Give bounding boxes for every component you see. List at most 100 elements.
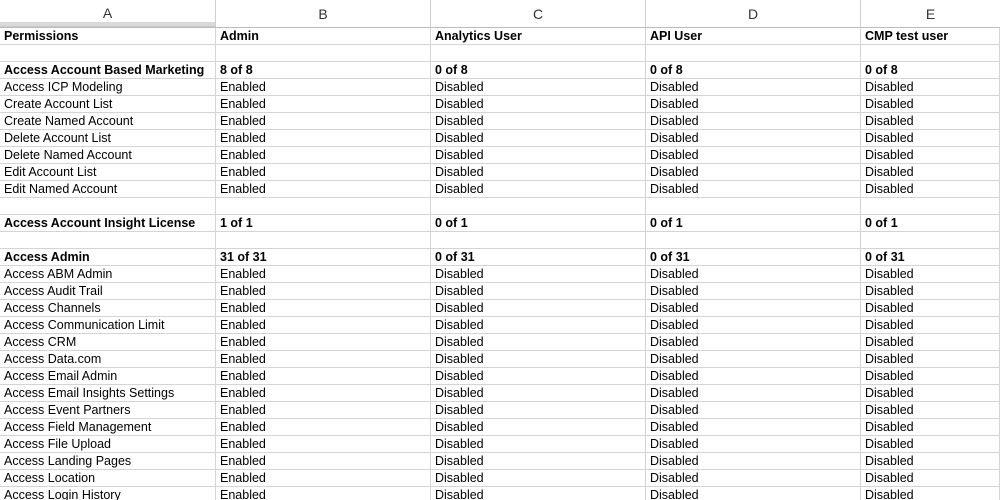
cell-permission[interactable]: Access Data.com — [0, 351, 216, 368]
cell-permission[interactable]: Access Field Management — [0, 419, 216, 436]
cell-cmp-test-user[interactable]: Disabled — [861, 113, 1000, 130]
cell-api-user[interactable]: Disabled — [646, 147, 861, 164]
cell-admin[interactable]: Enabled — [216, 436, 431, 453]
cell-admin[interactable]: Enabled — [216, 317, 431, 334]
cell-admin[interactable] — [216, 232, 431, 249]
cell-admin[interactable]: Enabled — [216, 164, 431, 181]
cell-api-user[interactable]: Disabled — [646, 113, 861, 130]
cell-api-user[interactable]: Disabled — [646, 436, 861, 453]
cell-api-user[interactable]: Disabled — [646, 419, 861, 436]
cell-api-user[interactable]: Disabled — [646, 470, 861, 487]
cell-admin[interactable]: Enabled — [216, 130, 431, 147]
cell-cmp-test-user[interactable] — [861, 232, 1000, 249]
cell-analytics-user[interactable]: 0 of 1 — [431, 215, 646, 232]
cell-admin[interactable]: Enabled — [216, 79, 431, 96]
cell-analytics-user[interactable]: Disabled — [431, 402, 646, 419]
cell-admin[interactable]: Enabled — [216, 470, 431, 487]
cell-cmp-test-user[interactable]: 0 of 31 — [861, 249, 1000, 266]
cell-analytics-user[interactable] — [431, 198, 646, 215]
cell-permission[interactable]: Access File Upload — [0, 436, 216, 453]
cell-analytics-user[interactable]: Disabled — [431, 385, 646, 402]
cell-permission[interactable] — [0, 232, 216, 249]
cell-permission[interactable]: Access Channels — [0, 300, 216, 317]
cell-analytics-user[interactable]: Disabled — [431, 147, 646, 164]
cell-cmp-test-user[interactable]: Disabled — [861, 402, 1000, 419]
cell-cmp-test-user[interactable]: Disabled — [861, 351, 1000, 368]
cell-admin[interactable]: Enabled — [216, 453, 431, 470]
cell-admin[interactable]: Admin — [216, 28, 431, 45]
cell-permission[interactable]: Access Login History — [0, 487, 216, 500]
cell-analytics-user[interactable] — [431, 232, 646, 249]
cell-cmp-test-user[interactable]: Disabled — [861, 181, 1000, 198]
cell-permission[interactable]: Access Location — [0, 470, 216, 487]
cell-analytics-user[interactable]: Disabled — [431, 96, 646, 113]
cell-api-user[interactable]: 0 of 1 — [646, 215, 861, 232]
cell-cmp-test-user[interactable] — [861, 45, 1000, 62]
column-header-d[interactable]: D — [646, 0, 861, 27]
cell-analytics-user[interactable]: Disabled — [431, 283, 646, 300]
cell-cmp-test-user[interactable]: Disabled — [861, 147, 1000, 164]
cell-analytics-user[interactable]: Disabled — [431, 487, 646, 500]
cell-api-user[interactable]: Disabled — [646, 96, 861, 113]
cell-cmp-test-user[interactable]: Disabled — [861, 419, 1000, 436]
cell-api-user[interactable]: Disabled — [646, 385, 861, 402]
cell-analytics-user[interactable]: Disabled — [431, 300, 646, 317]
cell-permission[interactable]: Access Communication Limit — [0, 317, 216, 334]
cell-cmp-test-user[interactable] — [861, 198, 1000, 215]
cell-cmp-test-user[interactable]: Disabled — [861, 470, 1000, 487]
cell-analytics-user[interactable]: Disabled — [431, 181, 646, 198]
column-header-b[interactable]: B — [216, 0, 431, 27]
cell-api-user[interactable]: 0 of 31 — [646, 249, 861, 266]
cell-analytics-user[interactable]: Disabled — [431, 470, 646, 487]
cell-cmp-test-user[interactable]: Disabled — [861, 266, 1000, 283]
cell-api-user[interactable] — [646, 232, 861, 249]
cell-admin[interactable]: Enabled — [216, 351, 431, 368]
cell-admin[interactable]: Enabled — [216, 368, 431, 385]
column-header-a[interactable]: A — [0, 0, 216, 27]
cell-api-user[interactable]: Disabled — [646, 181, 861, 198]
cell-api-user[interactable]: Disabled — [646, 79, 861, 96]
cell-permission[interactable]: Access ABM Admin — [0, 266, 216, 283]
cell-permission[interactable]: Access Email Insights Settings — [0, 385, 216, 402]
cell-api-user[interactable]: 0 of 8 — [646, 62, 861, 79]
cell-analytics-user[interactable]: Disabled — [431, 453, 646, 470]
cell-admin[interactable]: Enabled — [216, 147, 431, 164]
cell-cmp-test-user[interactable]: 0 of 8 — [861, 62, 1000, 79]
cell-cmp-test-user[interactable]: Disabled — [861, 385, 1000, 402]
cell-cmp-test-user[interactable]: Disabled — [861, 96, 1000, 113]
cell-admin[interactable]: Enabled — [216, 113, 431, 130]
cell-api-user[interactable]: Disabled — [646, 453, 861, 470]
cell-permission[interactable]: Access Account Insight License — [0, 215, 216, 232]
cell-permission[interactable]: Access Email Admin — [0, 368, 216, 385]
cell-analytics-user[interactable]: Disabled — [431, 334, 646, 351]
cell-permission[interactable]: Access Admin — [0, 249, 216, 266]
cell-api-user[interactable]: Disabled — [646, 317, 861, 334]
cell-api-user[interactable]: Disabled — [646, 334, 861, 351]
cell-cmp-test-user[interactable]: Disabled — [861, 368, 1000, 385]
cell-admin[interactable]: 8 of 8 — [216, 62, 431, 79]
cell-analytics-user[interactable]: Disabled — [431, 130, 646, 147]
cell-api-user[interactable] — [646, 198, 861, 215]
cell-cmp-test-user[interactable]: Disabled — [861, 164, 1000, 181]
cell-api-user[interactable]: Disabled — [646, 368, 861, 385]
cell-api-user[interactable]: Disabled — [646, 283, 861, 300]
cell-admin[interactable]: Enabled — [216, 96, 431, 113]
cell-cmp-test-user[interactable]: Disabled — [861, 130, 1000, 147]
cell-api-user[interactable] — [646, 45, 861, 62]
cell-analytics-user[interactable]: Disabled — [431, 79, 646, 96]
cell-permission[interactable]: Create Account List — [0, 96, 216, 113]
cell-analytics-user[interactable]: Disabled — [431, 351, 646, 368]
cell-analytics-user[interactable]: Disabled — [431, 266, 646, 283]
cell-admin[interactable]: Enabled — [216, 487, 431, 500]
cell-admin[interactable]: Enabled — [216, 283, 431, 300]
cell-analytics-user[interactable]: Disabled — [431, 164, 646, 181]
cell-analytics-user[interactable]: Disabled — [431, 113, 646, 130]
cell-permission[interactable]: Access CRM — [0, 334, 216, 351]
cell-permission[interactable] — [0, 45, 216, 62]
cell-cmp-test-user[interactable]: Disabled — [861, 487, 1000, 500]
cell-cmp-test-user[interactable]: Disabled — [861, 334, 1000, 351]
cell-cmp-test-user[interactable]: 0 of 1 — [861, 215, 1000, 232]
cell-permission[interactable]: Permissions — [0, 28, 216, 45]
cell-admin[interactable]: 31 of 31 — [216, 249, 431, 266]
cell-analytics-user[interactable]: Disabled — [431, 317, 646, 334]
